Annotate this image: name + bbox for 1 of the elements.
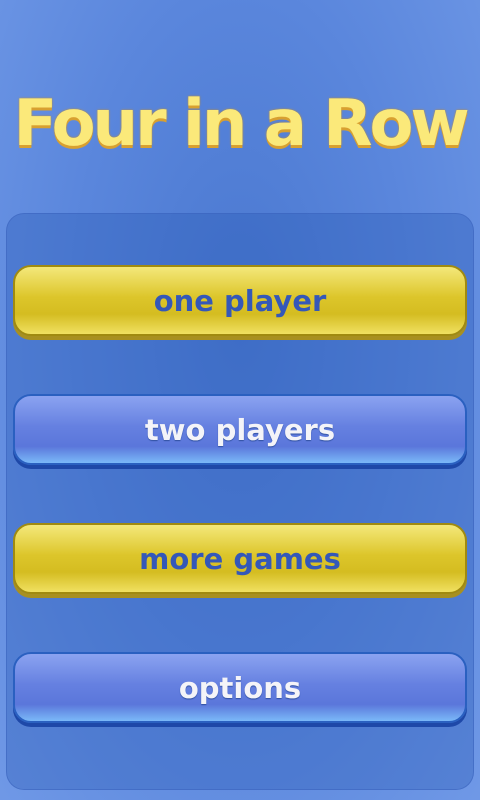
game-title: Four in a Row xyxy=(13,86,467,163)
